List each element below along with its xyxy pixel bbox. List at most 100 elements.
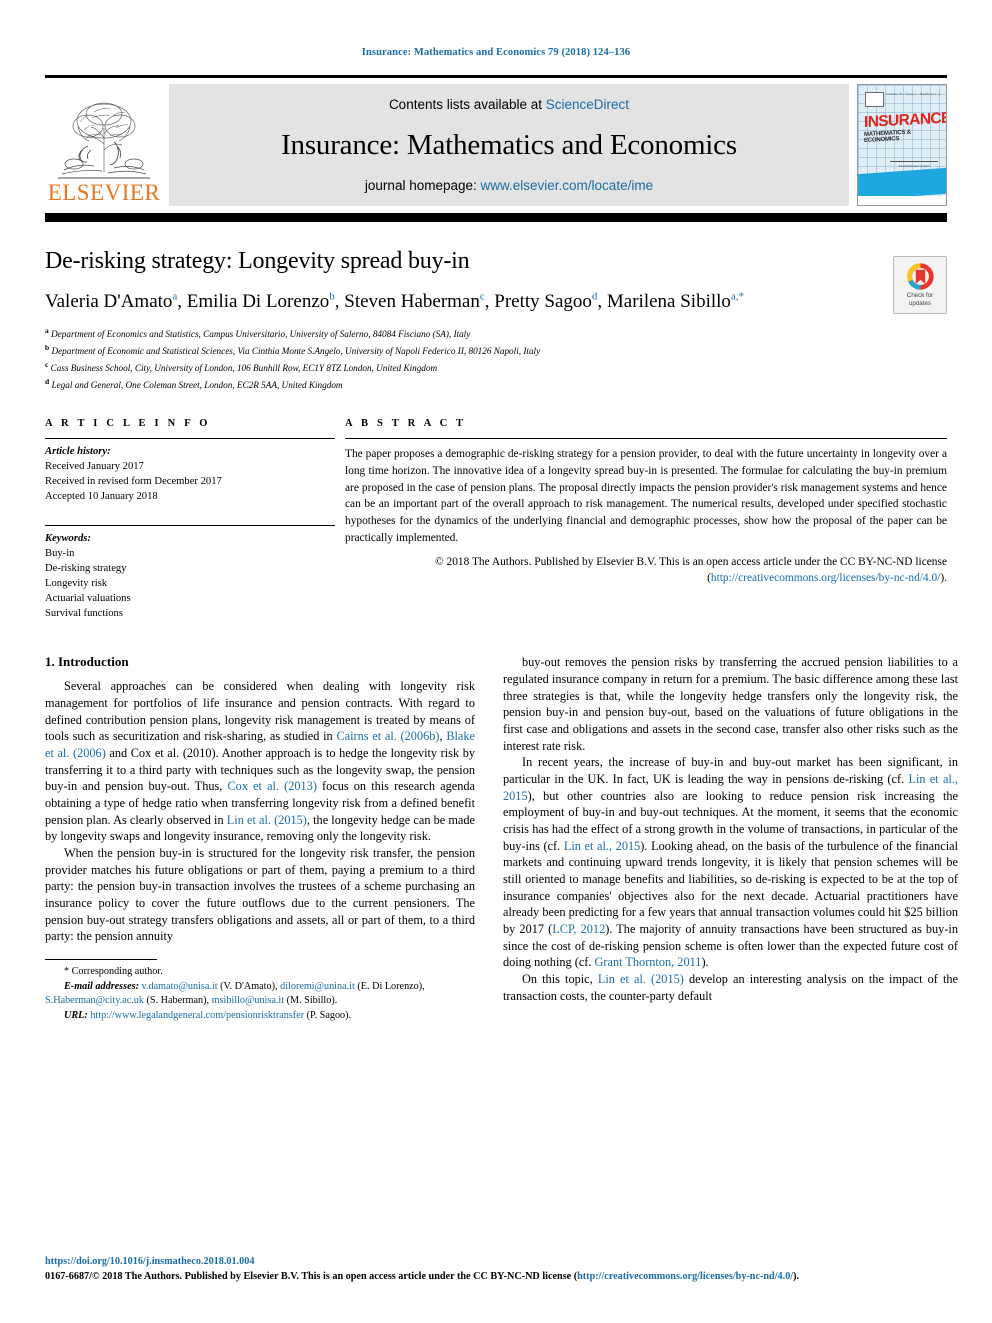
journal-homepage-line: journal homepage: www.elsevier.com/locat…: [365, 178, 653, 193]
cover-elsevier-mark-icon: [865, 92, 884, 107]
doi-link[interactable]: https://doi.org/10.1016/j.insmatheco.201…: [45, 1256, 254, 1267]
running-head: Insurance: Mathematics and Economics 79 …: [361, 47, 631, 58]
author-affiliation-mark: a,*: [730, 290, 745, 303]
email-link[interactable]: msibillo@unisa.it: [212, 995, 285, 1006]
corresponding-author-note: * Corresponding author.: [64, 965, 163, 977]
cover-corner-note: An International Journal: [890, 161, 938, 169]
masthead-black-rule: [45, 213, 947, 222]
affiliation-mark: c: [45, 360, 49, 370]
author-affiliation-mark: c: [479, 290, 485, 303]
citation-link[interactable]: Grant Thornton, 2011: [595, 955, 702, 969]
cover-issue-line: Volume 79 / Issue 1 / Numbers 1–2 Nov 20…: [886, 92, 940, 96]
info-abstract-region: A R T I C L E I N F O Article history: R…: [45, 418, 947, 621]
email-link[interactable]: diloremi@unina.it: [280, 981, 355, 992]
article-info-heading: A R T I C L E I N F O: [45, 418, 211, 430]
email-link[interactable]: v.damato@unisa.it: [142, 981, 218, 992]
body-paragraph: Several approaches can be considered whe…: [45, 679, 475, 844]
author-url-link[interactable]: http://www.legalandgeneral.com/pensionri…: [90, 1010, 304, 1021]
homepage-prefix: journal homepage:: [364, 178, 481, 193]
article-history: Article history: Received January 2017 Re…: [45, 439, 335, 504]
affiliation-list: a Department of Economics and Statistics…: [45, 325, 947, 393]
article-info-column: A R T I C L E I N F O Article history: R…: [45, 418, 335, 621]
affiliation-item: a Department of Economics and Statistics…: [45, 326, 471, 340]
email-owner: (V. D'Amato),: [217, 980, 281, 992]
author-affiliation-mark: a: [172, 290, 178, 303]
crossmark-badge[interactable]: Check for updates: [893, 256, 947, 314]
abstract-text: The paper proposes a demographic de-risk…: [345, 448, 947, 544]
author-name: Steven Haberman: [344, 290, 480, 312]
body-columns: 1. Introduction Several approaches can b…: [45, 654, 958, 1023]
body-paragraph: On this topic, Lin et al. (2015) develop…: [503, 971, 958, 1003]
journal-article-page: Insurance: Mathematics and Economics 79 …: [0, 0, 992, 1323]
affiliation-item: b Department of Economic and Statistical…: [45, 343, 541, 357]
elsevier-wordmark: ELSEVIER: [47, 180, 161, 205]
citation-link[interactable]: Cox et al. (2013): [227, 779, 316, 793]
keyword-item: De-risking strategy: [45, 563, 127, 575]
email-owner: (E. Di Lorenzo),: [354, 980, 425, 992]
citation-link[interactable]: Lin et al. (2015): [227, 813, 307, 827]
affiliation-mark: b: [45, 343, 50, 353]
keyword-item: Longevity risk: [45, 578, 108, 590]
journal-cover-thumbnail: Volume 79 / Issue 1 / Numbers 1–2 Nov 20…: [857, 84, 947, 206]
affiliation-item: c Cass Business School, City, University…: [45, 360, 438, 374]
email-link[interactable]: S.Haberman@city.ac.uk: [45, 995, 144, 1006]
journal-banner: Contents lists available at ScienceDirec…: [169, 84, 849, 206]
keyword-item: Survival functions: [45, 608, 123, 620]
keywords-label: Keywords:: [45, 533, 91, 545]
body-column-left: 1. Introduction Several approaches can b…: [45, 654, 475, 1023]
contents-lists-prefix: Contents lists available at: [388, 97, 546, 112]
url-label: URL:: [64, 1009, 91, 1021]
article-history-items: Received January 2017 Received in revised…: [45, 459, 335, 504]
body-paragraph: In recent years, the increase of buy-in …: [503, 755, 959, 970]
author-name: Emilia Di Lorenzo: [186, 290, 330, 312]
copyright-tail: ).: [940, 572, 947, 585]
citation-link[interactable]: LCP, 2012: [552, 922, 605, 936]
issn-text: © 2018 The Authors. Published by Elsevie…: [91, 1271, 578, 1283]
issn-tail: ).: [793, 1271, 800, 1283]
citation-link[interactable]: Lin et al. (2015): [598, 972, 684, 986]
cover-white-strip: [858, 196, 946, 205]
contents-lists-line: Contents lists available at ScienceDirec…: [389, 97, 629, 112]
abstract-heading: A B S T R A C T: [345, 418, 467, 430]
license-link[interactable]: http://creativecommons.org/licenses/by-n…: [711, 572, 940, 584]
abstract-copyright: © 2018 The Authors. Published by Elsevie…: [345, 554, 947, 588]
author-list: Valeria D'Amatoa, Emilia Di Lorenzob, St…: [45, 290, 745, 312]
elsevier-logo: ELSEVIER: [45, 84, 163, 206]
title-block: De-risking strategy: Longevity spread bu…: [45, 248, 947, 393]
affiliation-item: d Legal and General, One Coleman Street,…: [45, 377, 343, 391]
author-affiliation-mark: d: [591, 290, 598, 303]
author-name: Valeria D'Amato: [45, 290, 173, 312]
journal-homepage-link[interactable]: www.elsevier.com/locate/ime: [481, 178, 654, 193]
affiliation-mark: d: [45, 377, 50, 387]
author-name: Marilena Sibillo: [606, 290, 731, 312]
author-name: Pretty Sagoo: [494, 290, 592, 312]
email-addresses-label: E-mail addresses:: [64, 980, 142, 992]
journal-masthead: ELSEVIER Contents lists available at Sci…: [45, 75, 947, 206]
section-heading-introduction: 1. Introduction: [45, 654, 129, 670]
footnotes-block: * Corresponding author. E-mail addresses…: [45, 958, 475, 1024]
article-history-item: Received in revised form December 2017: [45, 476, 222, 488]
url-note: URL: http://www.legalandgeneral.com/pens…: [45, 1009, 475, 1024]
doi-line: https://doi.org/10.1016/j.insmatheco.201…: [45, 1255, 947, 1270]
email-addresses-note: E-mail addresses: v.damato@unisa.it (V. …: [45, 980, 475, 1009]
citation-link[interactable]: Lin et al., 2015: [564, 839, 640, 853]
body-paragraph: When the pension buy-in is structured fo…: [45, 845, 475, 944]
sciencedirect-link[interactable]: ScienceDirect: [546, 97, 629, 112]
body-paragraph: buy-out removes the pension risks by tra…: [503, 655, 958, 753]
keyword-item: Actuarial valuations: [45, 593, 131, 605]
citation-link[interactable]: Lin et al., 2015: [503, 772, 958, 803]
issn-prefix: 0167-6687/: [45, 1271, 92, 1283]
crossmark-label: Check for updates: [906, 291, 934, 307]
abstract-column: A B S T R A C T The paper proposes a dem…: [335, 418, 947, 621]
author-affiliation-mark: b: [329, 290, 335, 303]
footer-license-link[interactable]: http://creativecommons.org/licenses/by-n…: [577, 1271, 793, 1282]
right-column-paragraphs: buy-out removes the pension risks by tra…: [503, 654, 958, 1004]
email-owner: (S. Haberman),: [143, 995, 212, 1007]
affiliation-mark: a: [45, 326, 49, 336]
keyword-item: Buy-in: [45, 548, 75, 560]
journal-title: Insurance: Mathematics and Economics: [281, 128, 737, 161]
crossmark-icon: [906, 263, 934, 290]
article-history-label: Article history:: [45, 446, 111, 458]
body-column-right: buy-out removes the pension risks by tra…: [503, 654, 958, 1023]
citation-link[interactable]: Cairns et al. (2006b): [336, 729, 439, 743]
